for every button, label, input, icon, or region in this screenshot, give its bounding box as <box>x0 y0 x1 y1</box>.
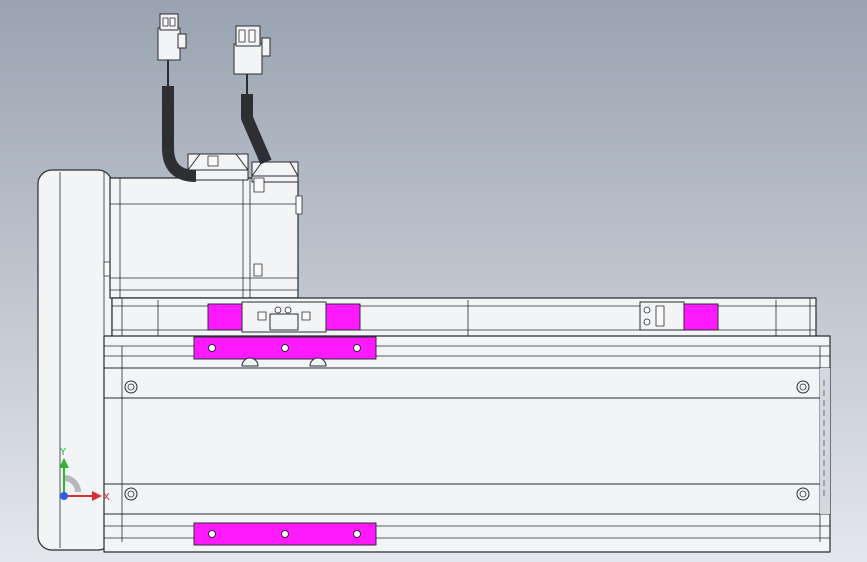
axis-x-label: X <box>103 492 110 503</box>
cad-model-view[interactable]: Y X <box>0 0 867 562</box>
cad-viewport[interactable]: Y X <box>0 0 867 562</box>
axis-z-dot-icon <box>60 492 68 500</box>
carriage-block-1[interactable] <box>207 301 361 333</box>
carriage-block-2[interactable] <box>639 301 719 331</box>
mounting-strip-bottom[interactable] <box>193 522 377 546</box>
end-cap-left[interactable] <box>37 169 113 551</box>
axis-y-label: Y <box>59 447 67 458</box>
actuator-body[interactable] <box>103 335 831 553</box>
